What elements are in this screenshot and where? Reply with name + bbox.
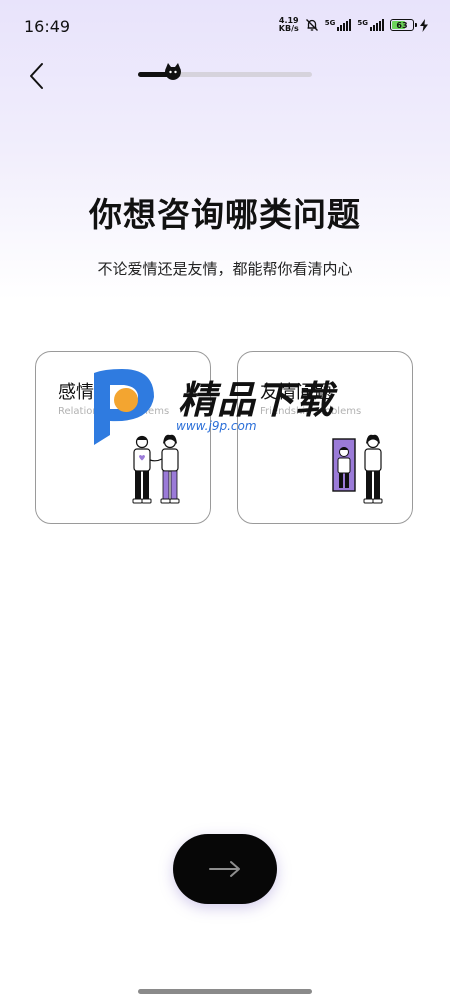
status-bar: 16:49 4.19 KB/s 5G 5G 63: [0, 0, 450, 54]
signal-1-icon: 5G: [325, 19, 352, 31]
option-card-relationship[interactable]: 感情问题 Relationship problems: [35, 351, 211, 524]
battery-icon: 63: [390, 19, 417, 31]
cat-icon: [164, 63, 181, 80]
charging-bolt-icon: [420, 18, 428, 32]
status-indicators: 4.19 KB/s 5G 5G 63: [279, 17, 428, 33]
option-subtitle: Relationship problems: [58, 406, 170, 417]
page-subtitle: 不论爱情还是友情，都能帮你看清内心: [97, 260, 353, 278]
network-speed-unit: KB/s: [278, 24, 299, 33]
signal-1-label: 5G: [324, 19, 336, 27]
next-button[interactable]: [173, 834, 277, 904]
bell-muted-icon: [305, 19, 318, 31]
option-card-friendship[interactable]: 友情问题 Friendship problems: [237, 351, 413, 524]
option-subtitle: Friendship problems: [260, 406, 362, 417]
battery-level: 63: [396, 20, 408, 30]
progress-bar: [138, 63, 312, 80]
signal-2-icon: 5G: [357, 19, 384, 31]
status-time: 16:49: [24, 17, 71, 36]
option-title: 友情问题: [260, 382, 332, 403]
chevron-left-icon: [30, 63, 43, 89]
page-title: 你想咨询哪类问题: [89, 195, 361, 234]
arrow-right-icon: [209, 861, 240, 877]
signal-2-label: 5G: [357, 19, 368, 27]
couple-illustration-icon: [132, 434, 180, 504]
mirror-illustration-icon: [332, 434, 383, 504]
home-indicator[interactable]: [138, 989, 312, 994]
option-title: 感情问题: [58, 382, 130, 403]
back-button[interactable]: [22, 60, 52, 92]
network-speed: 4.19 KB/s: [279, 17, 299, 33]
